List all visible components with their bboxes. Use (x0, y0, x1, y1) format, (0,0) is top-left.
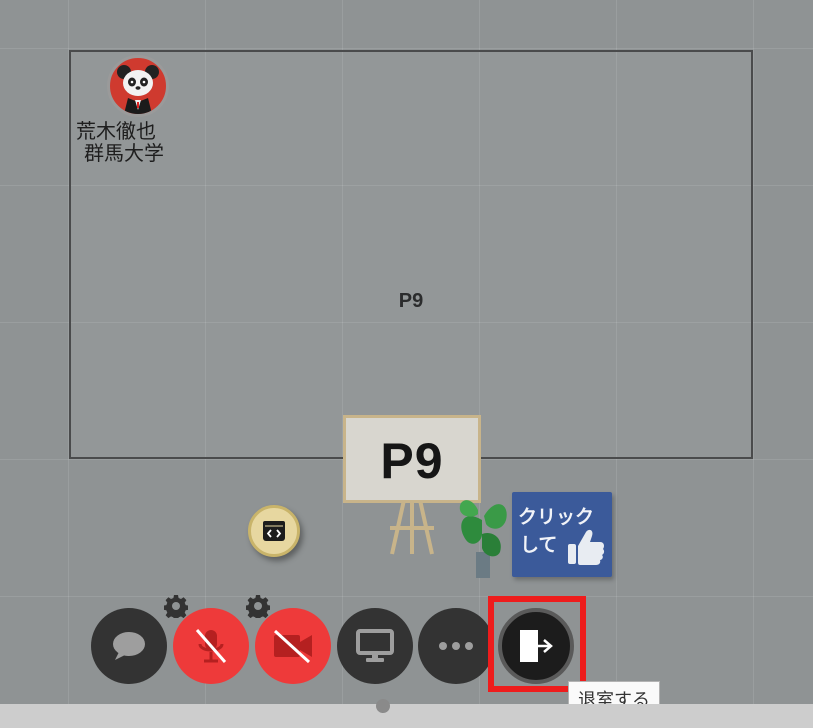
user-name: 荒木徹也 (76, 121, 156, 143)
thumbs-up-icon (568, 529, 605, 565)
room-label: P9 (398, 290, 424, 312)
click-sign-text-1: クリック (518, 507, 595, 528)
camera-off-icon (273, 629, 312, 664)
camera-toggle-button[interactable] (255, 608, 331, 684)
embed-object[interactable] (248, 505, 300, 557)
plant-icon (459, 500, 507, 578)
user-organization: 群馬大学 (84, 143, 164, 165)
signboard-text: P9 (380, 433, 444, 489)
bottom-bar (0, 699, 813, 728)
click-sign-object[interactable]: クリック して (512, 492, 612, 577)
code-window-icon (263, 521, 285, 541)
more-options-button[interactable] (418, 608, 494, 684)
camera-settings-gear-icon[interactable] (246, 594, 270, 618)
user-avatar[interactable] (107, 55, 169, 117)
screen-share-button[interactable] (337, 608, 413, 684)
panda-icon (117, 65, 159, 114)
click-sign-text-2: して (520, 535, 558, 556)
mic-settings-gear-icon[interactable] (164, 594, 188, 618)
monitor-icon (356, 629, 394, 662)
bar-handle-icon[interactable] (376, 699, 390, 713)
chat-bubble-icon (113, 632, 145, 660)
microphone-toggle-button[interactable] (173, 608, 249, 684)
leave-button-highlight (488, 596, 586, 692)
easel-icon (390, 500, 434, 555)
more-dots-icon (439, 642, 473, 650)
microphone-off-icon (195, 629, 227, 663)
room-area-p9[interactable]: P9 (69, 50, 753, 459)
chat-button[interactable] (91, 608, 167, 684)
